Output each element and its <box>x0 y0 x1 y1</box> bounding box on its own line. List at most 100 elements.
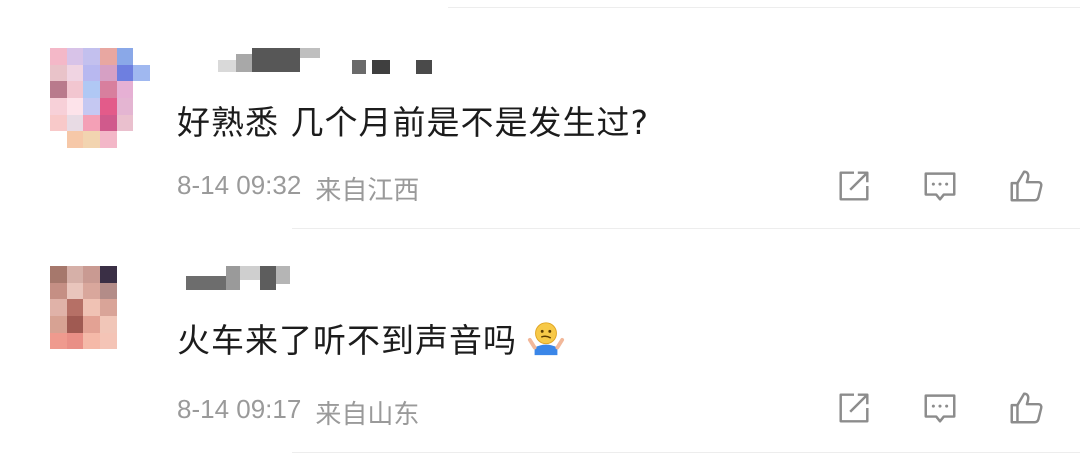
avatar-pixel <box>83 299 100 316</box>
avatar-pixel <box>99 48 117 65</box>
avatar-pixel <box>66 349 84 366</box>
username-redacted-tail <box>352 50 432 74</box>
reply-icon <box>924 394 956 423</box>
avatar-pixel <box>50 282 67 300</box>
comment-text: 火车来了听不到声音吗 <box>177 314 565 362</box>
reply-button[interactable] <box>920 166 960 206</box>
avatar-pixel <box>133 315 150 333</box>
avatar-pixel <box>83 315 100 333</box>
share-icon <box>839 393 869 423</box>
like-icon <box>1010 392 1043 424</box>
avatar-pixel <box>116 266 134 283</box>
avatar-pixel <box>116 349 134 366</box>
avatar-pixel <box>99 114 117 132</box>
avatar-pixel <box>133 332 150 350</box>
avatar-pixel <box>99 349 117 366</box>
avatar-pixel <box>83 64 100 82</box>
avatar-pixel <box>116 131 134 148</box>
avatar-pixel <box>83 349 100 366</box>
avatar-pixel <box>66 48 84 65</box>
avatar-pixel <box>66 64 84 82</box>
share-icon <box>839 171 869 201</box>
avatar-pixel <box>50 266 67 283</box>
like-icon <box>1010 170 1043 202</box>
avatar-pixel <box>83 266 100 283</box>
avatar-pixel <box>99 266 117 283</box>
avatar-pixel <box>133 299 150 316</box>
comment-text-content: 好熟悉 几个月前是不是发生过? <box>177 103 650 142</box>
avatar-pixel <box>133 64 150 82</box>
avatar-pixel <box>83 332 100 350</box>
avatar-pixel <box>133 131 150 148</box>
avatar-pixel <box>116 332 134 350</box>
comment-time: 8-14 09:32 <box>177 170 302 200</box>
comment-item: 火车来了听不到声音吗 8-14 09:17 来自山东 <box>0 228 1080 456</box>
like-button[interactable] <box>1006 166 1046 206</box>
avatar-pixel <box>133 349 150 366</box>
comment-actions <box>834 166 1046 206</box>
avatar-pixel <box>83 48 100 65</box>
avatar-pixel <box>50 299 67 316</box>
avatar-pixel <box>50 64 67 82</box>
avatar-pixel <box>133 97 150 115</box>
avatar-pixel <box>66 266 84 283</box>
avatar-pixel <box>116 81 134 98</box>
avatar-pixel <box>99 315 117 333</box>
comment-location: 来自江西 <box>315 175 420 205</box>
username-redacted[interactable] <box>186 266 290 290</box>
avatar-pixel <box>99 64 117 82</box>
avatar-pixel <box>66 114 84 132</box>
avatar-pixel <box>66 81 84 98</box>
avatar-pixel <box>66 131 84 148</box>
avatar-pixel <box>133 282 150 300</box>
avatar[interactable] <box>50 266 150 366</box>
comment-text-content: 火车来了听不到声音吗 <box>177 321 517 360</box>
avatar-pixel <box>50 315 67 333</box>
avatar-pixel <box>133 114 150 132</box>
avatar-pixel <box>50 349 67 366</box>
comment-time: 8-14 09:17 <box>177 394 302 424</box>
avatar-pixel <box>99 282 117 300</box>
like-button[interactable] <box>1006 388 1046 428</box>
avatar-pixel <box>50 114 67 132</box>
comment-item: 好熟悉 几个月前是不是发生过? 8-14 09:32 来自江西 <box>0 0 1080 228</box>
bottom-divider <box>292 452 1080 453</box>
avatar-pixel <box>116 48 134 65</box>
comment-meta: 8-14 09:17 来自山东 <box>177 394 419 431</box>
avatar-pixel <box>50 81 67 98</box>
comment-location: 来自山东 <box>315 399 420 429</box>
avatar-pixel <box>99 299 117 316</box>
reply-button[interactable] <box>920 388 960 428</box>
username-redacted[interactable] <box>218 48 320 72</box>
avatar-pixel <box>99 332 117 350</box>
avatar-pixel <box>99 81 117 98</box>
avatar-pixel <box>99 97 117 115</box>
avatar-pixel <box>50 332 67 350</box>
avatar-pixel <box>66 282 84 300</box>
avatar-pixel <box>83 97 100 115</box>
avatar-pixel <box>133 81 150 98</box>
avatar-pixel <box>83 114 100 132</box>
avatar-pixel <box>99 131 117 148</box>
avatar-pixel <box>116 315 134 333</box>
avatar-pixel <box>116 299 134 316</box>
avatar-pixel <box>116 97 134 115</box>
avatar-pixel <box>116 114 134 132</box>
avatar-pixel <box>83 81 100 98</box>
comment-meta: 8-14 09:32 来自江西 <box>177 170 419 207</box>
avatar-pixel <box>66 332 84 350</box>
avatar-pixel <box>66 315 84 333</box>
share-button[interactable] <box>834 166 874 206</box>
avatar-pixel <box>66 299 84 316</box>
reply-icon <box>924 172 956 201</box>
avatar-pixel <box>83 282 100 300</box>
avatar-pixel <box>50 48 67 65</box>
comment-actions <box>834 388 1046 428</box>
avatar[interactable] <box>50 48 150 148</box>
share-button[interactable] <box>834 388 874 428</box>
avatar-pixel <box>116 64 134 82</box>
avatar-pixel <box>50 97 67 115</box>
avatar-pixel <box>66 97 84 115</box>
avatar-pixel <box>133 48 150 65</box>
comment-text: 好熟悉 几个月前是不是发生过? <box>177 96 649 144</box>
